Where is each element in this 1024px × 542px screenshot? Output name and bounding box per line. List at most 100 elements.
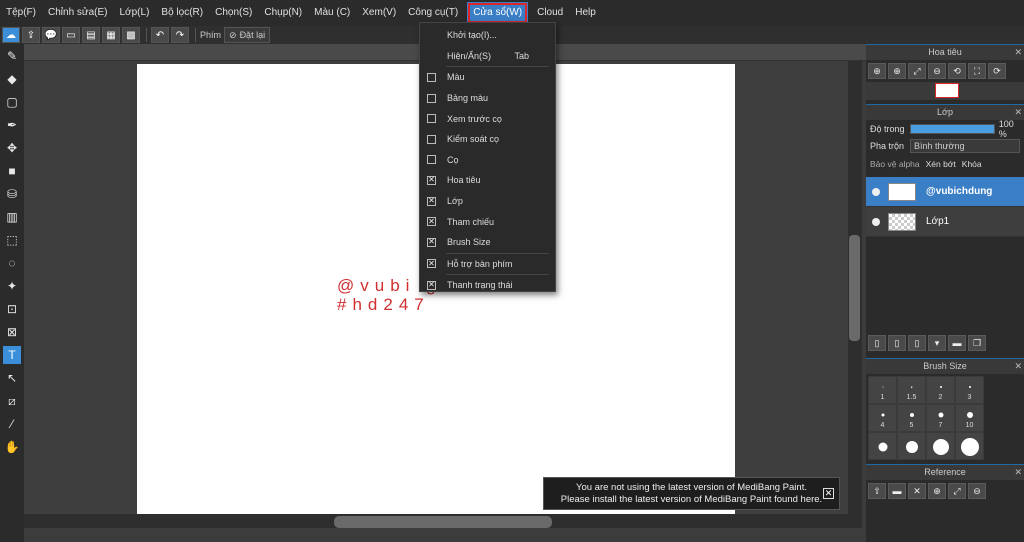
vertical-scroll-thumb[interactable] bbox=[849, 235, 860, 341]
panel-close-icon[interactable]: ✕ bbox=[1014, 105, 1022, 120]
menu-item-brush[interactable]: Cọ bbox=[420, 150, 555, 171]
menu-item-color[interactable]: Màu bbox=[420, 67, 555, 88]
new-layer-1bit-icon[interactable]: ▯ bbox=[908, 335, 926, 351]
panel-close-icon[interactable]: ✕ bbox=[1014, 465, 1022, 480]
select-eraser-tool-icon[interactable]: ⊠ bbox=[3, 323, 21, 341]
blend-select[interactable]: Bình thường bbox=[910, 139, 1020, 153]
hand-tool-icon[interactable]: ✋ bbox=[3, 438, 21, 456]
zoom-out-icon[interactable]: ⊖ bbox=[928, 63, 946, 79]
menu-edit[interactable]: Chỉnh sửa(E) bbox=[42, 0, 114, 26]
fit-icon[interactable]: ⤢ bbox=[908, 63, 926, 79]
menu-item-brush-preview[interactable]: Xem trước cọ bbox=[420, 108, 555, 129]
checkbox-checked[interactable]: ✕ bbox=[427, 175, 436, 185]
bucket-tool-icon[interactable]: ⛁ bbox=[3, 185, 21, 203]
brush-size-cell[interactable]: 4 bbox=[868, 404, 897, 432]
page-icon[interactable]: ▤ bbox=[82, 27, 100, 43]
menu-item-init[interactable]: Khởi tạo(I)... bbox=[420, 25, 555, 46]
protect-alpha-checkbox[interactable]: Bảo vệ alpha bbox=[870, 159, 920, 169]
eyedropper-tool-icon[interactable]: ⁄ bbox=[3, 415, 21, 433]
checkbox[interactable] bbox=[427, 72, 436, 82]
close-icon[interactable]: ✕ bbox=[823, 488, 834, 499]
gradient-tool-icon[interactable]: ▥ bbox=[3, 208, 21, 226]
visibility-icon[interactable] bbox=[872, 217, 880, 226]
checkbox[interactable] bbox=[427, 114, 436, 124]
speech-bubble-icon[interactable]: 💬 bbox=[42, 27, 60, 43]
layer-row-selected[interactable]: @vubichdung bbox=[866, 177, 1024, 207]
add-layer-menu-icon[interactable]: ▾ bbox=[928, 335, 946, 351]
rectangle-tool-icon[interactable]: ▢ bbox=[3, 93, 21, 111]
zoom-out-icon[interactable]: ⊖ bbox=[968, 483, 986, 499]
brush-size-cell[interactable]: 10 bbox=[955, 404, 984, 432]
menu-item-status-bar[interactable]: ✕ Thanh trạng thái bbox=[420, 275, 555, 296]
redo-icon[interactable]: ↷ bbox=[171, 27, 189, 43]
rotate-right-icon[interactable]: ⟳ bbox=[988, 63, 1006, 79]
checkbox[interactable] bbox=[427, 93, 436, 103]
menu-capture[interactable]: Chụp(N) bbox=[258, 0, 308, 26]
menu-item-keyboard-support[interactable]: ✕ Hỗ trợ bàn phím bbox=[420, 254, 555, 275]
lock-checkbox[interactable]: Khóa bbox=[962, 159, 982, 169]
divide-tool-icon[interactable]: ⧄ bbox=[3, 392, 21, 410]
rotate-left-icon[interactable]: ⟲ bbox=[948, 63, 966, 79]
horizontal-scroll-thumb[interactable] bbox=[334, 516, 552, 528]
brush-tool-icon[interactable]: ✎ bbox=[3, 47, 21, 65]
menu-window[interactable]: Cửa sổ(W) bbox=[467, 2, 529, 24]
brush-size-cell[interactable] bbox=[897, 432, 926, 460]
checkbox-checked[interactable]: ✕ bbox=[427, 217, 436, 227]
brush-size-cell[interactable]: 3 bbox=[955, 376, 984, 404]
brush-size-cell[interactable] bbox=[926, 432, 955, 460]
menu-item-reference[interactable]: ✕ Tham chiếu bbox=[420, 211, 555, 232]
menu-layer[interactable]: Lớp(L) bbox=[114, 0, 156, 26]
undo-icon[interactable]: ↶ bbox=[151, 27, 169, 43]
close-icon[interactable]: ✕ bbox=[908, 483, 926, 499]
share-icon[interactable]: ⇪ bbox=[22, 27, 40, 43]
lasso-tool-icon[interactable]: ◌ bbox=[3, 254, 21, 272]
cloud-icon[interactable]: ☁ bbox=[2, 27, 20, 43]
panel-close-icon[interactable]: ✕ bbox=[1014, 359, 1022, 374]
menu-item-layer[interactable]: ✕ Lớp bbox=[420, 191, 555, 212]
menu-color[interactable]: Màu (C) bbox=[308, 0, 356, 26]
navigator-preview[interactable] bbox=[866, 82, 1024, 100]
checkbox-checked[interactable]: ✕ bbox=[427, 259, 436, 269]
open-folder-icon[interactable]: ▬ bbox=[888, 483, 906, 499]
menu-help[interactable]: Help bbox=[569, 0, 602, 26]
update-notice[interactable]: You are not using the latest version of … bbox=[543, 477, 840, 510]
folder-icon[interactable]: ▬ bbox=[948, 335, 966, 351]
checkbox-checked[interactable]: ✕ bbox=[427, 196, 436, 206]
brush-size-cell[interactable] bbox=[868, 432, 897, 460]
menu-item-palette[interactable]: Bảng màu bbox=[420, 88, 555, 109]
comment-icon[interactable]: ▭ bbox=[62, 27, 80, 43]
checkbox[interactable] bbox=[427, 155, 436, 165]
pen-tool-icon[interactable]: ✒ bbox=[3, 116, 21, 134]
brush-size-cell[interactable] bbox=[955, 432, 984, 460]
new-layer-icon[interactable]: ▯ bbox=[868, 335, 886, 351]
layer-row[interactable]: Lớp1 bbox=[866, 207, 1024, 237]
menu-item-brush-size[interactable]: ✕ Brush Size bbox=[420, 232, 555, 253]
zoom-icon[interactable]: ⊕ bbox=[868, 63, 886, 79]
grid-icon[interactable]: ▩ bbox=[122, 27, 140, 43]
brush-size-cell[interactable]: 7 bbox=[926, 404, 955, 432]
menu-item-navigator[interactable]: ✕ Hoa tiêu bbox=[420, 170, 555, 191]
navigator-thumbnail[interactable] bbox=[935, 83, 959, 98]
brush-size-cell[interactable]: 2 bbox=[926, 376, 955, 404]
menu-file[interactable]: Tệp(F) bbox=[0, 0, 42, 26]
brush-size-cell[interactable]: 1.5 bbox=[897, 376, 926, 404]
zoom-in-icon[interactable]: ⊕ bbox=[928, 483, 946, 499]
duplicate-layer-icon[interactable]: ❐ bbox=[968, 335, 986, 351]
operation-tool-icon[interactable]: ↖ bbox=[3, 369, 21, 387]
panel-close-icon[interactable]: ✕ bbox=[1014, 45, 1022, 60]
move-tool-icon[interactable]: ✥ bbox=[3, 139, 21, 157]
menu-item-brush-control[interactable]: Kiểm soát cọ bbox=[420, 129, 555, 150]
menu-select[interactable]: Chọn(S) bbox=[209, 0, 258, 26]
select-rect-tool-icon[interactable]: ⬚ bbox=[3, 231, 21, 249]
new-layer-8bit-icon[interactable]: ▯ bbox=[888, 335, 906, 351]
menu-filter[interactable]: Bộ lọc(R) bbox=[155, 0, 209, 26]
menu-view[interactable]: Xem(V) bbox=[356, 0, 402, 26]
reset-button[interactable]: ⊘ Đặt lại bbox=[224, 27, 271, 43]
clip-checkbox[interactable]: Xén bớt bbox=[926, 159, 956, 169]
text-tool-icon[interactable]: T bbox=[3, 346, 21, 364]
checkbox[interactable] bbox=[427, 134, 436, 144]
magic-wand-tool-icon[interactable]: ✦ bbox=[3, 277, 21, 295]
eraser-tool-icon[interactable]: ◆ bbox=[3, 70, 21, 88]
fill-rect-tool-icon[interactable]: ■ bbox=[3, 162, 21, 180]
visibility-icon[interactable] bbox=[872, 187, 880, 196]
